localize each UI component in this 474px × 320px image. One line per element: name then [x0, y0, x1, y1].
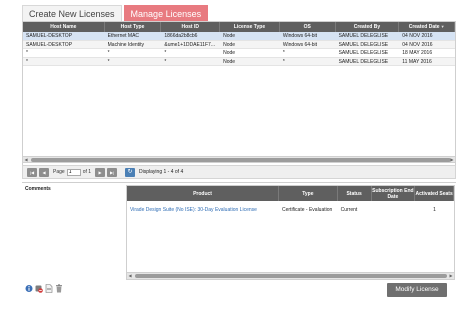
trash-icon[interactable]: [55, 284, 63, 293]
cell-created-by: SAMUEL DELEGLISE: [338, 33, 389, 39]
column-created-by[interactable]: Created By: [336, 22, 400, 32]
products-horizontal-scrollbar[interactable]: ◀ ▶: [127, 272, 454, 279]
scroll-right-icon[interactable]: ▶: [449, 157, 455, 163]
displaying-count: Displaying 1 - 4 of 4: [139, 169, 184, 175]
column-type[interactable]: Type: [279, 186, 338, 201]
scroll-right-icon[interactable]: ▶: [448, 273, 454, 279]
cell-os: Windows 64-bit: [282, 41, 317, 48]
cell-host-name: *: [26, 58, 28, 65]
scrollbar-thumb[interactable]: [31, 158, 451, 162]
cell-license-type: Node: [223, 50, 236, 56]
scroll-left-icon[interactable]: ◀: [127, 273, 133, 279]
cell-host-id: *: [164, 58, 167, 65]
product-row[interactable]: Virade Design Suite (No ISE): 30-Day Eva…: [127, 205, 454, 215]
document-icon[interactable]: [45, 284, 53, 293]
remove-icon[interactable]: [35, 284, 43, 293]
cell-host-name: SAMUEL-DESKTOP: [26, 33, 73, 39]
cell-created-date: 04 NOV 2016: [402, 33, 433, 39]
cell-created-by: SAMUEL DELEGLISE: [338, 41, 389, 48]
cell-host-type: Ethernet MAC: [107, 33, 140, 39]
cell-created-date: 18 MAY 2016: [402, 50, 433, 56]
comments-label: Comments: [25, 186, 51, 192]
cell-host-id: &ume1+1DDAE11F7...: [164, 41, 215, 48]
cell-host-id: *: [164, 50, 167, 56]
cell-created-date: 11 MAY 2016: [402, 58, 432, 65]
table-row[interactable]: SAMUEL-DESKTOP Ethernet MAC 1866da2b8cb6…: [23, 32, 455, 41]
prev-page-icon[interactable]: ◀: [39, 167, 49, 177]
column-host-type[interactable]: Host Type: [105, 22, 162, 32]
product-activated-seats: 1: [433, 207, 436, 213]
cell-host-type: Machine Identity: [107, 41, 145, 48]
cell-host-id: 1866da2b8cb6: [164, 33, 198, 39]
table-row[interactable]: SAMUEL-DESKTOP Machine Identity &ume1+1D…: [23, 40, 455, 49]
cell-host-name: *: [26, 50, 28, 56]
last-page-icon[interactable]: ▶|: [107, 167, 118, 177]
column-product[interactable]: Product: [127, 186, 280, 201]
cell-created-by: SAMUEL DELEGLISE: [338, 58, 389, 65]
product-name-link[interactable]: Virade Design Suite (No ISE): 30-Day Eva…: [127, 205, 279, 215]
product-subscription-end-date: [371, 205, 415, 215]
products-grid: Product Type Status Subscription End Dat…: [126, 185, 455, 280]
scrollbar-thumb[interactable]: [135, 274, 447, 278]
column-os[interactable]: OS: [280, 22, 336, 32]
products-grid-header: Product Type Status Subscription End Dat…: [127, 186, 454, 201]
info-icon[interactable]: [25, 284, 33, 293]
column-created-date[interactable]: Created Date▼: [399, 22, 455, 32]
next-page-icon[interactable]: ▶: [95, 167, 106, 177]
refresh-icon[interactable]: ↻: [125, 167, 136, 177]
column-status[interactable]: Status: [338, 186, 372, 201]
cell-created-by: SAMUEL DELEGLISE: [338, 50, 389, 56]
cell-license-type: Node: [223, 58, 236, 65]
cell-os: *: [282, 50, 285, 56]
product-status: Current: [340, 207, 358, 213]
cell-host-name: SAMUEL-DESKTOP: [26, 41, 73, 48]
first-page-icon[interactable]: |◀: [27, 167, 37, 177]
tab-create-new-licenses[interactable]: Create New Licenses: [22, 5, 122, 21]
cell-os: *: [282, 58, 285, 65]
column-activated-seats[interactable]: Activated Seats: [415, 186, 454, 201]
grid-header: Host Name Host Type Host ID License Type…: [23, 22, 455, 32]
table-row[interactable]: * * * Node * SAMUEL DELEGLISE 18 MAY 201…: [23, 49, 455, 58]
column-created-date-label: Created Date: [408, 24, 440, 30]
pagination-toolbar: |◀ ◀ Page of 1 ▶ ▶| ↻ Displaying 1 - 4 o…: [22, 165, 456, 179]
cell-host-type: *: [107, 58, 110, 65]
column-host-name[interactable]: Host Name: [23, 22, 105, 32]
cell-created-date: 04 NOV 2016: [402, 41, 433, 48]
cell-license-type: Node: [223, 33, 236, 39]
product-type: Certificate - Evaluation: [282, 207, 333, 213]
action-icons: [25, 284, 63, 293]
page-count-label: of 1: [82, 169, 92, 175]
cell-os: Windows 64-bit: [282, 33, 317, 39]
tab-bar: Create New Licenses Manage Licenses: [22, 5, 210, 21]
triangle-down-icon: ▼: [440, 24, 445, 29]
modify-license-button[interactable]: Modify License: [387, 283, 447, 297]
column-license-type[interactable]: License Type: [220, 22, 280, 32]
cell-host-type: *: [107, 50, 110, 56]
cell-license-type: Node: [223, 41, 236, 48]
grid-horizontal-scrollbar[interactable]: ◀ ▶: [22, 156, 456, 163]
column-subscription-end-date[interactable]: Subscription End Date: [372, 186, 416, 201]
table-row[interactable]: * * * Node * SAMUEL DELEGLISE 11 MAY 201…: [23, 57, 455, 66]
page-label: Page: [53, 169, 65, 175]
page-number-input[interactable]: [66, 168, 81, 176]
section-divider: [22, 182, 456, 183]
tab-manage-licenses[interactable]: Manage Licenses: [123, 5, 209, 21]
scroll-left-icon[interactable]: ◀: [23, 157, 29, 163]
column-host-id[interactable]: Host ID: [161, 22, 221, 32]
